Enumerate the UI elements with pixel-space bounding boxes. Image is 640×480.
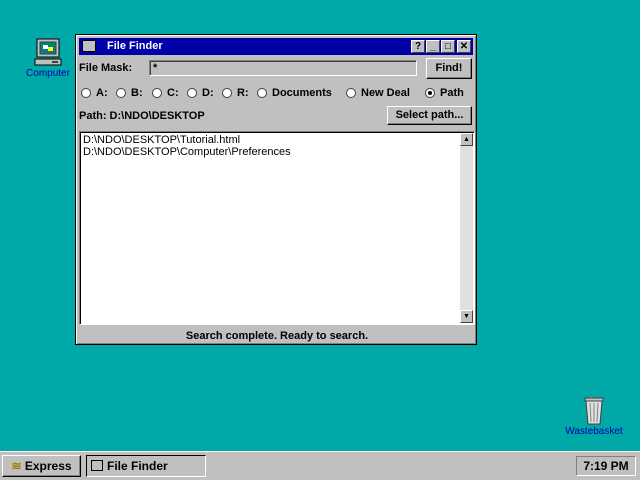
file-finder-task-icon xyxy=(91,460,103,471)
radio-label: New Deal xyxy=(361,87,410,99)
radio-label: Documents xyxy=(272,87,332,99)
radio-circle xyxy=(81,88,91,98)
clock: 7:19 PM xyxy=(576,456,636,476)
results-list[interactable]: D:\NDO\DESKTOP\Tutorial.html D:\NDO\DESK… xyxy=(79,131,475,325)
scroll-down-button[interactable]: ▼ xyxy=(460,310,473,323)
radio-label: C: xyxy=(167,87,179,99)
select-path-button[interactable]: Select path... xyxy=(387,106,472,125)
title-bar[interactable]: File Finder ? _ □ ✕ xyxy=(79,38,473,55)
scroll-up-button[interactable]: ▲ xyxy=(460,133,473,146)
radio-circle xyxy=(257,88,267,98)
find-button[interactable]: Find! xyxy=(426,58,472,79)
radio-circle xyxy=(346,88,356,98)
file-mask-label: File Mask: xyxy=(79,62,133,74)
radio-drive-a[interactable]: A: xyxy=(81,87,108,99)
taskbar: ≋ Express File Finder 7:19 PM xyxy=(0,451,640,480)
radio-drive-r[interactable]: R: xyxy=(222,87,249,99)
taskbar-item-label: File Finder xyxy=(107,459,168,473)
wastebasket-icon-label: Wastebasket xyxy=(565,426,623,437)
radio-label: R: xyxy=(237,87,249,99)
radio-circle-selected xyxy=(425,88,435,98)
maximize-button[interactable]: □ xyxy=(441,40,455,53)
computer-icon xyxy=(34,38,62,66)
radio-label: D: xyxy=(202,87,214,99)
vertical-scrollbar[interactable]: ▲ ▼ xyxy=(460,133,473,323)
taskbar-item-file-finder[interactable]: File Finder xyxy=(86,455,206,477)
express-button[interactable]: ≋ Express xyxy=(2,455,81,477)
wastebasket-icon xyxy=(584,396,604,425)
file-mask-input[interactable]: * xyxy=(149,60,417,76)
express-icon: ≋ xyxy=(11,459,22,473)
window-title: File Finder xyxy=(107,40,163,52)
radio-path[interactable]: Path xyxy=(425,87,464,99)
system-menu-icon[interactable] xyxy=(82,40,96,52)
radio-drive-b[interactable]: B: xyxy=(116,87,143,99)
path-label: Path: D:\NDO\DESKTOP xyxy=(79,110,205,122)
radio-label: A: xyxy=(96,87,108,99)
radio-documents[interactable]: Documents xyxy=(257,87,332,99)
wastebasket-desktop-icon[interactable]: Wastebasket xyxy=(558,394,630,437)
radio-circle xyxy=(222,88,232,98)
close-button[interactable]: ✕ xyxy=(457,40,471,53)
radio-label: B: xyxy=(131,87,143,99)
minimize-button[interactable]: _ xyxy=(426,40,440,53)
radio-circle xyxy=(116,88,126,98)
radio-label: Path xyxy=(440,87,464,99)
radio-new-deal[interactable]: New Deal xyxy=(346,87,410,99)
file-finder-window: File Finder ? _ □ ✕ File Mask: * Find! A… xyxy=(75,34,477,345)
list-item[interactable]: D:\NDO\DESKTOP\Computer\Preferences xyxy=(83,146,458,158)
radio-circle xyxy=(187,88,197,98)
radio-drive-c[interactable]: C: xyxy=(152,87,179,99)
radio-circle xyxy=(152,88,162,98)
status-text: Search complete. Ready to search. xyxy=(185,330,369,342)
help-button[interactable]: ? xyxy=(411,40,425,53)
computer-icon-label: Computer xyxy=(26,68,70,79)
radio-drive-d[interactable]: D: xyxy=(187,87,214,99)
list-item[interactable]: D:\NDO\DESKTOP\Tutorial.html xyxy=(83,134,458,146)
computer-desktop-icon[interactable]: Computer xyxy=(22,38,74,79)
express-label: Express xyxy=(24,459,72,473)
